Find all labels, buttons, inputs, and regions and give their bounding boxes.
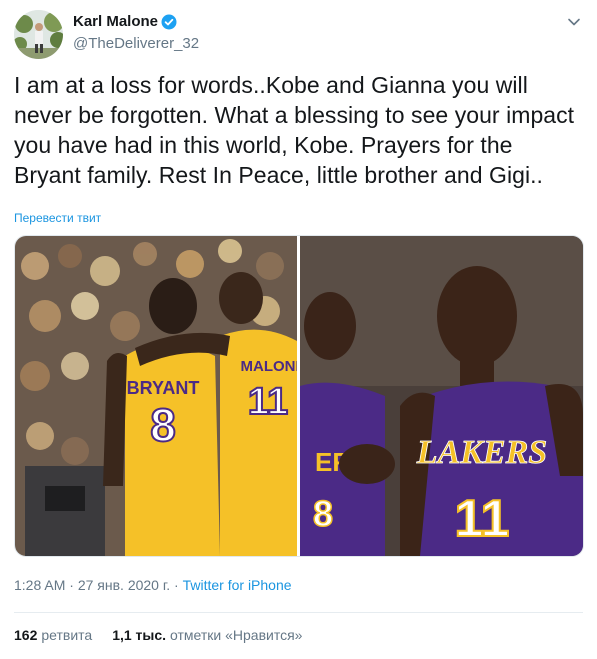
retweets-label: ретвита: [41, 627, 93, 643]
tweet-text: I am at a loss for words..Kobe and Giann…: [14, 72, 581, 188]
retweets-stat[interactable]: 162 ретвита: [14, 627, 92, 643]
tweet-card: Karl Malone @TheDeliverer_32 I am at a l…: [0, 0, 597, 659]
verified-badge-icon: [161, 14, 177, 30]
tweet-stats: 162 ретвита 1,1 тыс. отметки «Нравится»: [14, 627, 322, 643]
jersey-number-11-right: 11: [455, 490, 510, 548]
avatar-image: [14, 10, 63, 59]
divider: [14, 612, 583, 613]
meta-separator: ·: [65, 577, 78, 593]
likes-count: 1,1 тыс.: [112, 627, 167, 643]
jersey-number-8-right: 8: [313, 493, 333, 534]
author-handle[interactable]: @TheDeliverer_32: [73, 35, 199, 52]
likes-label: отметки «Нравится»: [170, 627, 303, 643]
photo-right[interactable]: ERS 8 LAKERS 11: [300, 236, 583, 556]
jersey-name-malone: MALONE: [241, 358, 306, 375]
translate-tweet-link[interactable]: Перевести твит: [14, 211, 101, 225]
tweet-date[interactable]: 27 янв. 2020 г.: [78, 577, 170, 593]
tweet-timestamp: 1:28 AM · 27 янв. 2020 г. · Twitter for …: [14, 577, 292, 593]
author-name-row[interactable]: Karl Malone: [73, 13, 177, 30]
retweets-count: 162: [14, 627, 38, 643]
jersey-number-11: 11: [248, 381, 288, 423]
jersey-team-lakers: LAKERS: [416, 434, 547, 471]
likes-stat[interactable]: 1,1 тыс. отметки «Нравится»: [112, 627, 302, 643]
meta-separator-2: ·: [170, 577, 183, 593]
photo-left[interactable]: BRYANT 8 MALONE 11: [15, 236, 306, 556]
chevron-down-icon[interactable]: [567, 15, 581, 29]
jersey-number-8: 8: [150, 399, 176, 451]
tweet-time[interactable]: 1:28 AM: [14, 577, 65, 593]
tweet-source-link[interactable]: Twitter for iPhone: [183, 577, 292, 593]
avatar[interactable]: [14, 10, 63, 59]
tweet-media[interactable]: BRYANT 8 MALONE 11 ERS 8: [14, 235, 584, 557]
jersey-name-bryant: BRYANT: [127, 378, 200, 398]
display-name[interactable]: Karl Malone: [73, 13, 158, 30]
